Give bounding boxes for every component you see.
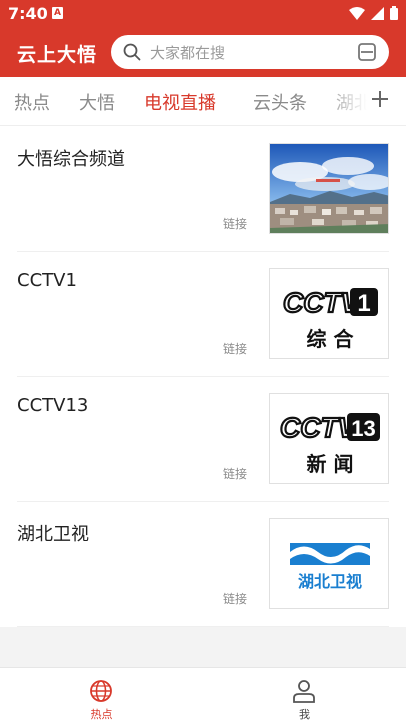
status-bar: 7:40 A (0, 0, 406, 27)
channel-tabs: 热点 大悟 电视直播 云头条 湖北 (0, 77, 406, 126)
scan-icon[interactable] (358, 43, 376, 61)
nav-label: 我 (299, 708, 310, 721)
list-footer-area (0, 627, 406, 667)
status-time: 7:40 (8, 4, 48, 23)
list-item[interactable]: 湖北卫视 链接 湖北卫视 (17, 502, 389, 627)
bottom-nav: 热点 我 (0, 667, 406, 723)
list-item[interactable]: CCTV1 链接 CCTV 1 综 合 (17, 252, 389, 377)
logo-number: 13 (351, 416, 375, 441)
wifi-icon (349, 6, 365, 20)
search-icon (123, 43, 141, 61)
cctv13-logo: CCTV 13 新 闻 (269, 393, 389, 484)
search-placeholder: 大家都在搜 (150, 44, 226, 62)
channel-list: 大悟综合频道 链接 CCTV1 链接 CCTV 1 综 合 CCTV13 链接 … (0, 127, 406, 627)
logo-number: 1 (357, 290, 370, 317)
list-item[interactable]: CCTV13 链接 CCTV 13 新 闻 (17, 377, 389, 502)
hubei-tv-logo: 湖北卫视 (269, 518, 389, 609)
signal-icon (371, 6, 384, 20)
town-landscape-image (269, 143, 389, 234)
tab-cloud-headlines[interactable]: 云头条 (253, 89, 307, 115)
app-header: 云上大悟 大家都在搜 (0, 27, 406, 77)
item-tag: 链接 (223, 467, 248, 481)
globe-icon (90, 680, 112, 702)
add-channel-icon[interactable] (370, 88, 390, 110)
item-title: 湖北卫视 (17, 524, 89, 545)
tab-dawu[interactable]: 大悟 (79, 89, 115, 115)
svg-text:CCTV: CCTV (283, 287, 362, 318)
item-title: CCTV13 (17, 395, 89, 416)
item-title: CCTV1 (17, 270, 77, 291)
tab-hot[interactable]: 热点 (14, 89, 50, 115)
battery-icon (390, 6, 398, 20)
logo-subtitle: 综 合 (307, 327, 355, 351)
logo-text: 湖北卫视 (298, 572, 362, 591)
item-tag: 链接 (223, 592, 248, 606)
app-title: 云上大悟 (17, 44, 98, 66)
tab-fade (320, 77, 375, 125)
nav-label: 热点 (90, 708, 113, 721)
nav-me[interactable]: 我 (203, 668, 406, 723)
user-icon (293, 680, 315, 703)
item-title: 大悟综合频道 (17, 149, 125, 170)
tab-tv-live[interactable]: 电视直播 (144, 89, 216, 115)
item-tag: 链接 (223, 342, 248, 356)
item-tag: 链接 (223, 217, 248, 231)
list-item[interactable]: 大悟综合频道 链接 (17, 127, 389, 252)
notification-icon: A (52, 7, 63, 19)
cctv1-logo: CCTV 1 综 合 (269, 268, 389, 359)
search-input[interactable]: 大家都在搜 (111, 35, 389, 69)
nav-hot[interactable]: 热点 (0, 668, 203, 723)
logo-subtitle: 新 闻 (307, 452, 354, 476)
status-icons (349, 6, 398, 20)
svg-text:CCTV: CCTV (280, 412, 359, 443)
